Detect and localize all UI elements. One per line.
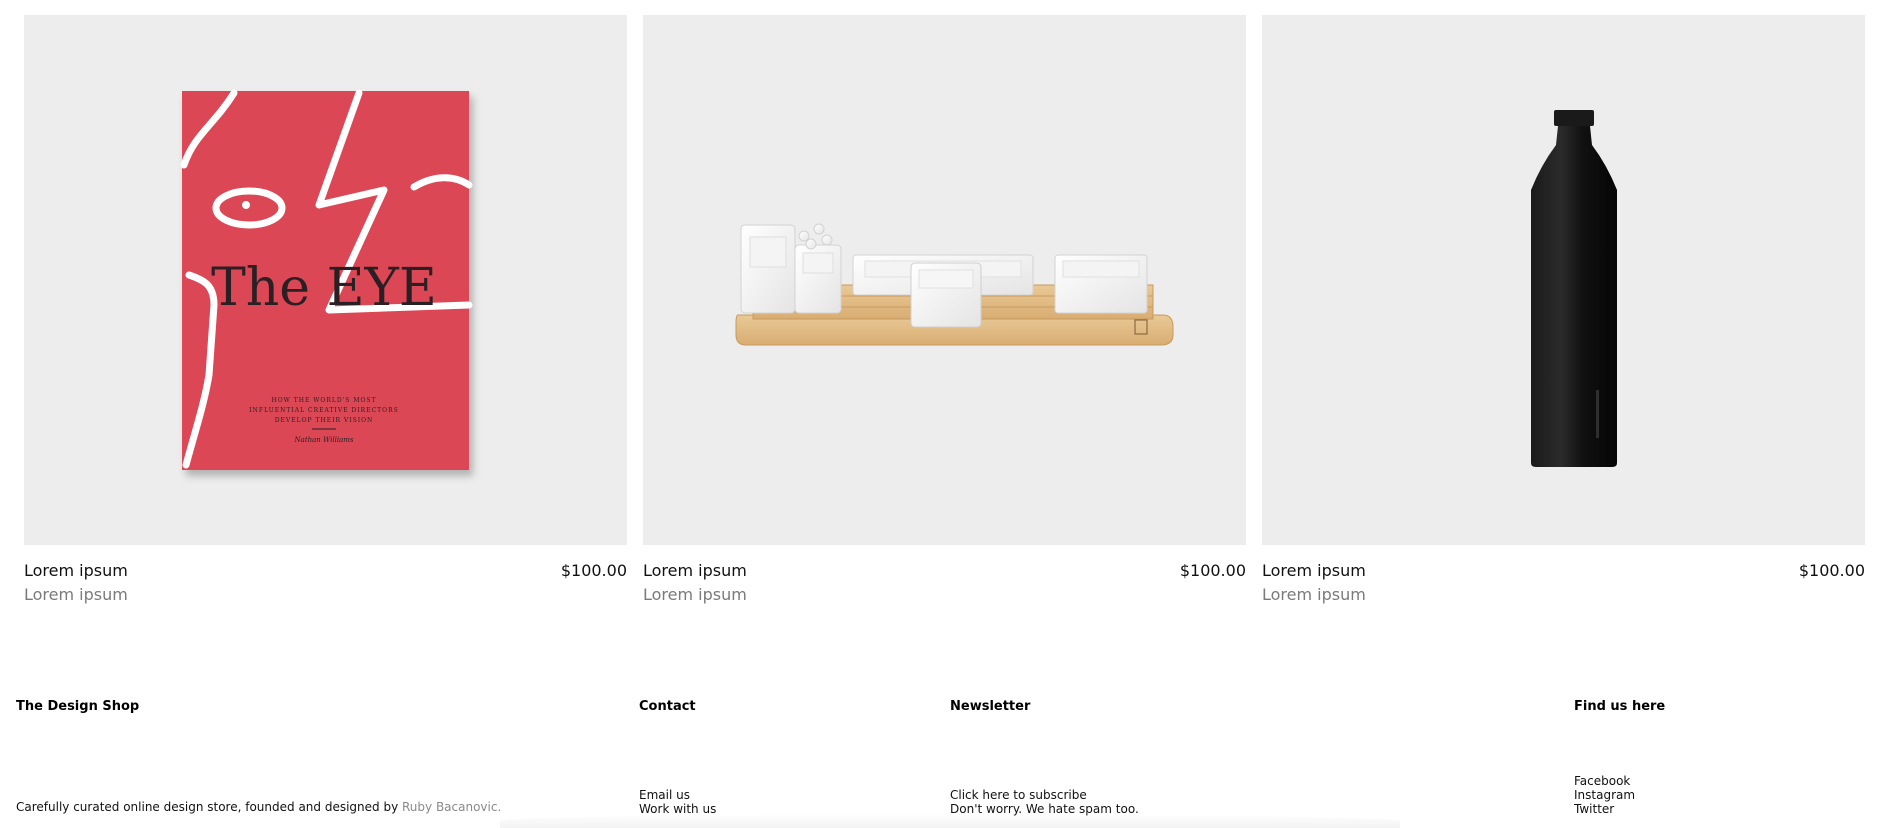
footer-about-heading: The Design Shop: [16, 699, 140, 714]
product-subtitle: Lorem ipsum: [643, 585, 747, 604]
product-subtitle: Lorem ipsum: [24, 585, 128, 604]
footer-fade: [500, 814, 1400, 828]
work-with-us-link[interactable]: Work with us: [639, 802, 716, 816]
product-meta: Lorem ipsum Lorem ipsum $100.00: [643, 561, 1246, 605]
twitter-link[interactable]: Twitter: [1574, 802, 1635, 816]
product-name[interactable]: Lorem ipsum: [1262, 561, 1366, 581]
svg-text:HOW THE WORLD'S MOST: HOW THE WORLD'S MOST: [272, 397, 377, 404]
email-us-link[interactable]: Email us: [639, 788, 716, 802]
product-image[interactable]: [1262, 15, 1865, 545]
product-name[interactable]: Lorem ipsum: [643, 561, 747, 581]
footer-social: Find us here Facebook Instagram Twitter: [1574, 699, 1824, 817]
product-card[interactable]: The EYE HOW THE WORLD'S MOST INFLUENTIAL…: [24, 15, 627, 605]
product-price: $100.00: [1798, 561, 1865, 580]
footer-newsletter-heading: Newsletter: [950, 699, 1031, 714]
svg-text:INFLUENTIAL CREATIVE DIRECTORS: INFLUENTIAL CREATIVE DIRECTORS: [249, 407, 398, 414]
footer-contact: Contact Email us Work with us: [639, 699, 889, 817]
footer-contact-heading: Contact: [639, 699, 696, 714]
product-text: Lorem ipsum Lorem ipsum: [1262, 561, 1366, 605]
product-meta: Lorem ipsum Lorem ipsum $100.00: [24, 561, 627, 605]
footer-about-text: Carefully curated online design store, f…: [16, 800, 501, 814]
about-description: Carefully curated online design store, f…: [16, 800, 399, 814]
product-meta: Lorem ipsum Lorem ipsum $100.00: [1262, 561, 1865, 605]
product-card[interactable]: Lorem ipsum Lorem ipsum $100.00: [643, 15, 1246, 605]
product-text: Lorem ipsum Lorem ipsum: [24, 561, 128, 605]
product-name[interactable]: Lorem ipsum: [24, 561, 128, 581]
product-image[interactable]: The EYE HOW THE WORLD'S MOST INFLUENTIAL…: [24, 15, 627, 545]
svg-text:DEVELOP THEIR VISION: DEVELOP THEIR VISION: [275, 417, 374, 424]
product-price: $100.00: [1179, 561, 1246, 580]
product-price: $100.00: [560, 561, 627, 580]
desk-organizer-icon: [735, 223, 1174, 346]
facebook-link[interactable]: Facebook: [1574, 774, 1635, 788]
contact-links: Email us Work with us: [639, 788, 716, 816]
bottle-icon: [1531, 110, 1617, 467]
product-card[interactable]: Lorem ipsum Lorem ipsum $100.00: [1262, 15, 1865, 605]
product-image[interactable]: [643, 15, 1246, 545]
book-cover-icon: The EYE HOW THE WORLD'S MOST INFLUENTIAL…: [180, 89, 473, 470]
footer-about: The Design Shop Carefully curated online…: [16, 699, 576, 815]
newsletter-lines: Click here to subscribe Don't worry. We …: [950, 788, 1139, 816]
instagram-link[interactable]: Instagram: [1574, 788, 1635, 802]
founder-link[interactable]: Ruby Bacanovic.: [402, 800, 501, 814]
footer-social-heading: Find us here: [1574, 699, 1666, 714]
product-subtitle: Lorem ipsum: [1262, 585, 1366, 604]
book-title: The EYE: [211, 258, 437, 318]
product-text: Lorem ipsum Lorem ipsum: [643, 561, 747, 605]
footer-newsletter: Newsletter Click here to subscribe Don't…: [950, 699, 1250, 817]
product-grid: The EYE HOW THE WORLD'S MOST INFLUENTIAL…: [24, 15, 1866, 605]
subscribe-link[interactable]: Click here to subscribe: [950, 788, 1139, 802]
svg-text:Nathan Williams: Nathan Williams: [294, 436, 354, 444]
social-links: Facebook Instagram Twitter: [1574, 774, 1635, 816]
site-footer: The Design Shop Carefully curated online…: [0, 700, 1891, 828]
